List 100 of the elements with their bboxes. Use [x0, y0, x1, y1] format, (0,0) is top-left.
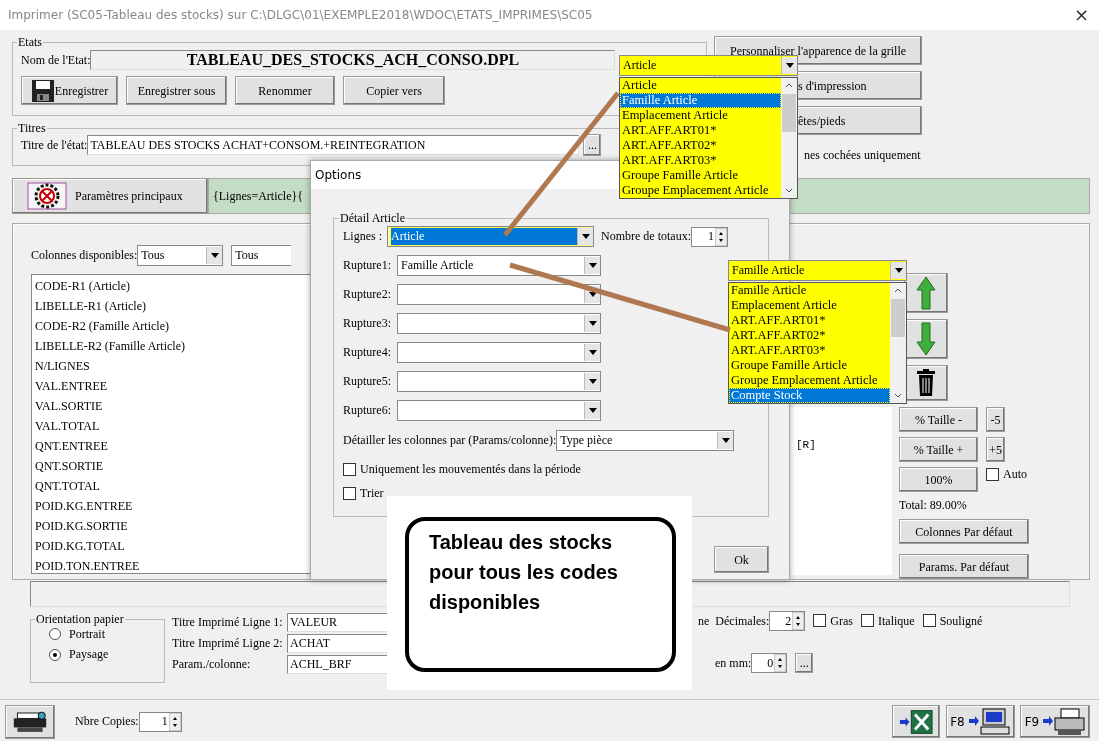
dropdown[interactable]: Article	[619, 55, 798, 76]
list-item[interactable]: N/LIGNES	[32, 356, 311, 376]
size-button[interactable]: % Taille +	[899, 437, 978, 462]
list-item[interactable]: CODE-R1 (Article)	[32, 276, 311, 296]
arrow-to-printer-icon	[1043, 707, 1086, 736]
dropdown-option[interactable]: Groupe Emplacement Article	[729, 373, 890, 388]
print-setup-button[interactable]	[5, 704, 55, 739]
action-button[interactable]: Copier vers	[343, 76, 445, 105]
radio-button[interactable]	[49, 648, 61, 661]
spin-arrows-icon[interactable]	[792, 612, 805, 630]
list-item[interactable]: QNT.TOTAL	[32, 476, 311, 496]
save-button[interactable]: Enregistrer	[21, 76, 118, 105]
field-label: ne	[698, 613, 710, 629]
print-key-button[interactable]: F8	[946, 705, 1015, 738]
text-field[interactable]: VALEUR	[287, 613, 387, 632]
main-settings-tab[interactable]: Paramètres principaux	[12, 178, 208, 214]
checkbox[interactable]	[343, 462, 356, 476]
list-item[interactable]: LIBELLE-R2 (Famille Article)	[32, 336, 311, 356]
title-field[interactable]: TABLEAU DES STOCKS ACHAT+CONSOM.+REINTEGRATION	[87, 135, 580, 155]
dropdown-option[interactable]: ART.AFF.ART03*	[620, 153, 781, 168]
spin-arrows-icon[interactable]	[715, 227, 727, 246]
dropdown-option[interactable]: Groupe Famille Article	[729, 358, 890, 373]
break-dropdown[interactable]	[397, 400, 601, 421]
list-item[interactable]: POID.KG.SORTIE	[32, 516, 311, 536]
filter-dropdown[interactable]: Tous	[231, 245, 292, 266]
dropdown-option[interactable]: ART.AFF.ART02*	[729, 328, 890, 343]
move-down-button[interactable]	[904, 319, 948, 359]
spin-field[interactable]: 2	[769, 611, 806, 631]
ok-button[interactable]: Ok	[714, 546, 769, 573]
spin-field[interactable]: 1	[138, 711, 182, 732]
trash-icon	[916, 369, 936, 397]
text-field[interactable]: ACHAT	[287, 634, 387, 653]
dropdown-option[interactable]: Emplacement Article	[729, 298, 890, 313]
default-button[interactable]: Colonnes Par défaut	[899, 519, 1029, 545]
break-dropdown[interactable]	[397, 342, 601, 363]
checkbox[interactable]	[986, 467, 999, 481]
radio-button[interactable]	[49, 628, 61, 641]
dropdown-option[interactable]: Compte Stock	[729, 388, 890, 403]
size-button[interactable]: % Taille -	[899, 407, 978, 432]
step-button[interactable]: +5	[986, 437, 1005, 462]
down-arrow-icon	[916, 322, 936, 356]
dropdown-option[interactable]: ART.AFF.ART03*	[729, 343, 890, 358]
dropdown-option[interactable]: ART.AFF.ART02*	[620, 138, 781, 153]
list-item[interactable]: QNT.SORTIE	[32, 456, 311, 476]
spin-arrows-icon[interactable]	[168, 712, 181, 731]
reset-size-button[interactable]: 100%	[899, 467, 978, 492]
list-item[interactable]: CODE-R2 (Famille Article)	[32, 316, 311, 336]
list-item[interactable]: POID.TON.ENTREE	[32, 556, 311, 576]
action-button[interactable]: Renommer	[235, 76, 335, 105]
list-item[interactable]: POID.KG.ENTREE	[32, 496, 311, 516]
default-button[interactable]: Params. Par défaut	[899, 554, 1029, 580]
dropdown-option[interactable]: Groupe Famille Article	[620, 168, 781, 183]
move-up-button[interactable]	[904, 273, 948, 313]
name-field[interactable]: TABLEAU_DES_STOCKS_ACH_CONSO.DPL	[90, 50, 616, 70]
up-arrow-icon	[916, 276, 936, 310]
list-item[interactable]: LIBELLE-R1 (Article)	[32, 296, 311, 316]
dropdown-option[interactable]: ART.AFF.ART01*	[729, 313, 890, 328]
list-item[interactable]: POID.KG.TOTAL	[32, 536, 311, 556]
detail-dropdown[interactable]: Type pièce	[556, 430, 735, 451]
close-button[interactable]: ×	[1073, 4, 1089, 26]
dropdown-menu[interactable]: Famille Article Emplacement Article ART.AFF.ART01* ART.AFF.ART02* ART.AFF.ART03* Groupe Famille Article Groupe Emplacement Article Compte Stock	[728, 282, 907, 404]
list-item[interactable]: VAL.TOTAL	[32, 416, 311, 436]
delete-button[interactable]	[904, 365, 948, 401]
field-label: Détailler les colonnes par (Params/colonne):	[343, 433, 557, 448]
field-label: Rupture1:	[343, 258, 392, 273]
break-dropdown[interactable]: Famille Article	[397, 255, 601, 276]
spin-arrows-icon[interactable]	[774, 654, 787, 672]
spin-field[interactable]: 0	[751, 653, 788, 673]
list-item[interactable]: QNT.ENTREE	[32, 436, 311, 456]
ellipsis-button[interactable]: ...	[583, 134, 602, 156]
dropdown-option[interactable]: Groupe Emplacement Article	[620, 183, 781, 198]
dropdown-option[interactable]: Famille Article	[620, 93, 781, 108]
dropdown-arrow-icon	[894, 268, 903, 273]
dropdown-arrow-icon	[785, 63, 794, 68]
action-button[interactable]: Enregistrer sous	[126, 76, 227, 105]
break-dropdown[interactable]	[397, 371, 601, 392]
filter-dropdown[interactable]: Tous	[137, 245, 224, 266]
text-field[interactable]: ACHL_BRF	[287, 655, 387, 674]
checkbox[interactable]	[861, 614, 874, 628]
checkbox[interactable]	[813, 614, 827, 628]
step-button[interactable]: -5	[986, 407, 1005, 432]
list-item[interactable]: VAL.ENTREE	[32, 376, 311, 396]
list-item[interactable]: VAL.SORTIE	[32, 396, 311, 416]
dropdown-menu[interactable]: Article Famille Article Emplacement Article ART.AFF.ART01* ART.AFF.ART02* ART.AFF.ART03* Groupe Famille Article Groupe Emplacement Article	[619, 77, 798, 199]
field-label: Rupture5:	[343, 374, 392, 389]
excel-export-button[interactable]	[892, 705, 940, 738]
spin-field[interactable]: 1	[691, 226, 728, 247]
scrollbar[interactable]	[890, 283, 906, 403]
field-label: Rupture2:	[343, 287, 392, 302]
dropdown[interactable]: Famille Article	[728, 260, 907, 281]
dropdown-option[interactable]: Famille Article	[729, 283, 890, 298]
scrollbar[interactable]	[781, 78, 797, 198]
print-key-button[interactable]: F9	[1020, 705, 1090, 738]
ellipsis-button[interactable]: ...	[795, 653, 814, 673]
checkbox-label: Auto	[1003, 467, 1027, 482]
break-dropdown[interactable]	[397, 284, 601, 305]
lines-dropdown[interactable]: Article	[387, 226, 594, 247]
checkbox[interactable]	[922, 614, 936, 628]
checkbox[interactable]	[343, 486, 356, 500]
break-dropdown[interactable]	[397, 313, 601, 334]
